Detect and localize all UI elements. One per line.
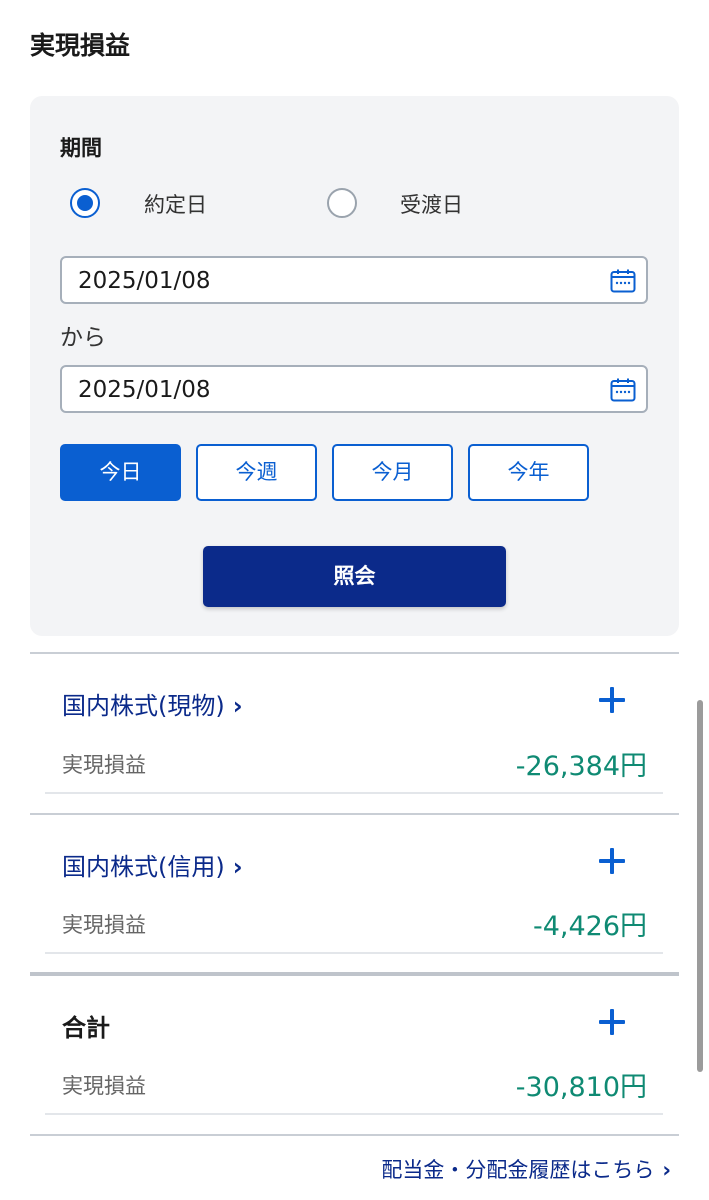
- row-value: -4,426円: [532, 911, 647, 942]
- scrollbar[interactable]: [697, 700, 703, 1072]
- total-title: 合計: [62, 1014, 110, 1042]
- filter-panel: 期間 約定日 受渡日 2025/01/08 から 2025/01/08 今日 今…: [30, 96, 679, 636]
- chevron-right-icon: ›: [232, 853, 243, 881]
- date-from-field[interactable]: 2025/01/08: [60, 256, 648, 304]
- chevron-right-icon: ›: [662, 1158, 671, 1182]
- divider: [30, 813, 679, 815]
- section-title: 国内株式(現物): [62, 692, 225, 720]
- dividend-history-link[interactable]: 配当金・分配金履歴はこちら ›: [381, 1154, 671, 1184]
- quick-this-month-button[interactable]: 今月: [332, 444, 453, 501]
- quick-this-year-button[interactable]: 今年: [468, 444, 589, 501]
- section-domestic-margin-link[interactable]: 国内株式(信用) ›: [62, 847, 243, 882]
- quick-this-week-button[interactable]: 今週: [196, 444, 317, 501]
- plus-icon[interactable]: [597, 686, 627, 716]
- period-label: 期間: [60, 136, 102, 160]
- calendar-icon[interactable]: [610, 378, 636, 402]
- plus-icon[interactable]: [597, 847, 627, 877]
- radio-settle-date-label[interactable]: 受渡日: [400, 189, 463, 219]
- divider: [30, 1134, 679, 1136]
- section-title: 国内株式(信用): [62, 853, 225, 881]
- plus-icon[interactable]: [597, 1008, 627, 1038]
- radio-trade-date-label[interactable]: 約定日: [144, 189, 207, 219]
- calendar-icon[interactable]: [610, 269, 636, 293]
- row-label: 実現損益: [62, 1074, 146, 1098]
- quick-today-button[interactable]: 今日: [60, 444, 181, 501]
- from-suffix: から: [60, 325, 106, 351]
- radio-trade-date[interactable]: [70, 188, 100, 218]
- divider: [30, 972, 679, 976]
- total-value: -30,810円: [515, 1072, 647, 1103]
- row-divider: [45, 952, 663, 954]
- date-to-field[interactable]: 2025/01/08: [60, 365, 648, 413]
- radio-settle-date[interactable]: [327, 188, 357, 218]
- divider: [30, 652, 679, 654]
- section-domestic-cash-link[interactable]: 国内株式(現物) ›: [62, 686, 243, 721]
- row-divider: [45, 1113, 663, 1115]
- date-to-value: 2025/01/08: [78, 377, 211, 403]
- date-from-value: 2025/01/08: [78, 268, 211, 294]
- row-value: -26,384円: [515, 751, 647, 782]
- row-label: 実現損益: [62, 913, 146, 937]
- page-title: 実現損益: [30, 31, 131, 60]
- row-label: 実現損益: [62, 753, 146, 777]
- row-divider: [45, 792, 663, 794]
- chevron-right-icon: ›: [232, 692, 243, 720]
- query-button[interactable]: 照会: [203, 546, 506, 607]
- history-link-label: 配当金・分配金履歴はこちら: [381, 1158, 655, 1182]
